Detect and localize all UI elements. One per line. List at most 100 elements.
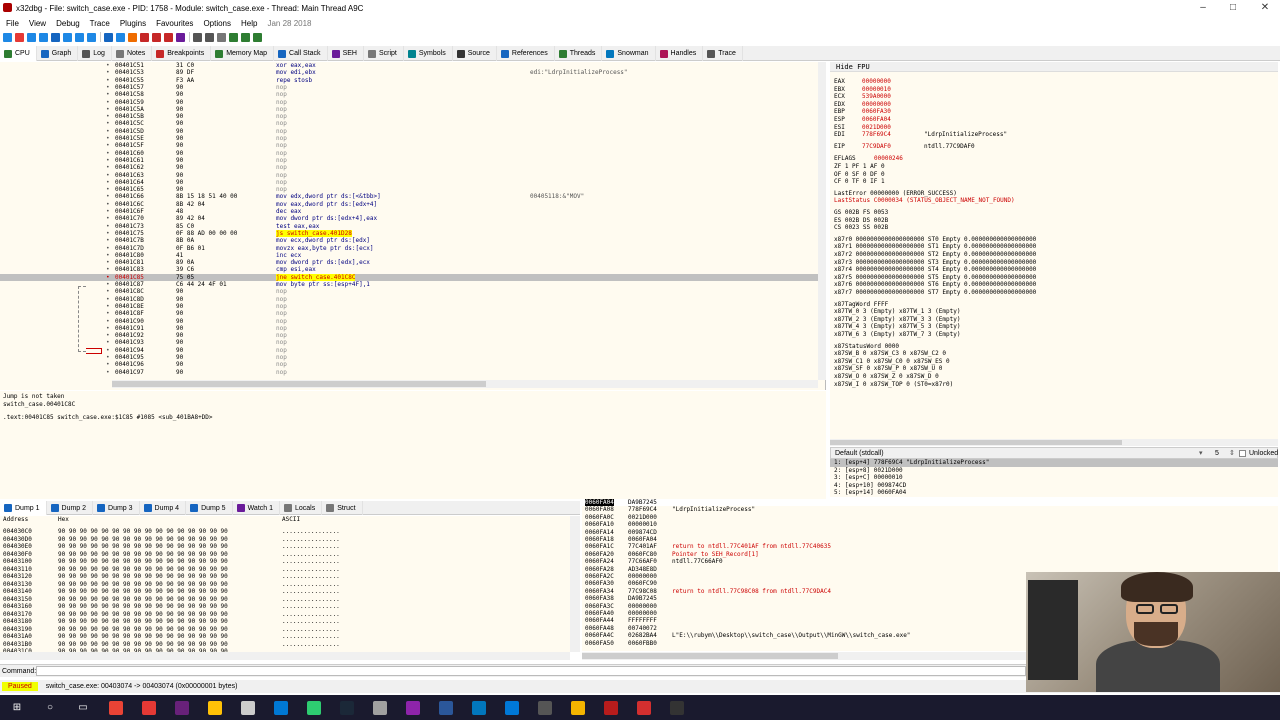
registers-hscrollbar[interactable] [830, 439, 1278, 446]
close-button[interactable]: ✕ [1250, 0, 1280, 16]
tab-dump-3[interactable]: Dump 3 [93, 501, 140, 515]
register-line[interactable]: x87TagWord FFFF [834, 301, 888, 309]
ida-icon[interactable] [406, 700, 420, 715]
stack-row[interactable]: 0060FA08 778F69C4 "LdrpInitializeProcess" [582, 506, 1278, 513]
toolbar-button-icon[interactable] [253, 32, 262, 42]
disasm-row[interactable]: 00401C8F • 90 nop [0, 310, 818, 317]
chrome-icon[interactable] [109, 700, 123, 715]
menu-item[interactable]: File [6, 19, 19, 28]
register-line[interactable]: ECX 539A0000 [834, 93, 924, 101]
register-line[interactable]: x87SW_O 0 x87SW_Z 0 x87SW_D 0 [834, 373, 939, 381]
register-line[interactable]: EFLAGS 00000246 [834, 155, 903, 163]
register-line[interactable]: CF 0 TF 0 IF 1 [834, 178, 885, 186]
dump-row[interactable]: 004030F0 90 90 90 90 90 90 90 90 90 90 90… [0, 551, 570, 559]
disasm-row[interactable]: 00401C8C • 90 nop [0, 288, 818, 295]
register-line[interactable]: x87SW_C1 0 x87SW_C0 0 x87SW_ES 0 [834, 358, 950, 366]
disasm-row[interactable]: 00401C73 • 85 C0 test eax,eax [0, 223, 818, 230]
disassembly-view[interactable]: 00401C51 • 31 C0 xor eax,eax 00401C53 • 89 DF m… [0, 62, 826, 390]
menu-item[interactable]: Debug [56, 19, 80, 28]
toolbar-button-icon[interactable] [75, 32, 84, 42]
arguments-panel[interactable]: 1: [esp+4] 778F69C4 "LdrpInitializeProce… [830, 459, 1278, 497]
toolbar-button-icon[interactable] [51, 32, 60, 42]
disasm-row[interactable]: 00401C64 • 90 nop [0, 179, 818, 186]
minimize-button[interactable]: – [1188, 0, 1218, 16]
tab-breakpoints[interactable]: Breakpoints [152, 46, 212, 61]
disasm-row[interactable]: 00401C92 • 90 nop [0, 332, 818, 339]
edge-icon[interactable] [505, 700, 519, 715]
tab-seh[interactable]: SEH [328, 46, 364, 61]
stack-row[interactable]: 0060FA04 DA9B7245 [582, 499, 1278, 507]
disasm-row[interactable]: 00401C7B • 8B 0A mov ecx,dword ptr ds:[edx] [0, 237, 818, 244]
tab-threads[interactable]: Threads [555, 46, 603, 61]
tab-dump-5[interactable]: Dump 5 [186, 501, 233, 515]
disasm-row[interactable]: 00401C97 • 90 nop [0, 369, 818, 376]
toolbar-button-icon[interactable] [128, 32, 137, 42]
disasm-row[interactable]: 00401C5C • 90 nop [0, 120, 818, 127]
stack-row[interactable]: 0060FA10 00000010 [582, 521, 1278, 528]
tab-dump-1[interactable]: Dump 1 [0, 501, 47, 515]
disasm-row[interactable]: 00401C60 • 90 nop [0, 150, 818, 157]
tab-trace[interactable]: Trace [703, 46, 743, 61]
argument-row[interactable]: 3: [esp+C] 00000010 [830, 474, 1278, 482]
register-line[interactable]: x87r7 0000000000000000000 ST7 Empty 0.00… [834, 289, 1036, 297]
dump-row[interactable]: 00403130 90 90 90 90 90 90 90 90 90 90 90… [0, 581, 570, 589]
dump-view[interactable]: Address Hex ASCII 004030C0 90 90 90 90 90… [0, 516, 570, 652]
disasm-row[interactable]: 00401C5D • 90 nop [0, 128, 818, 135]
toolbar-button-icon[interactable] [205, 32, 214, 42]
tab-graph[interactable]: Graph [37, 46, 79, 61]
tab-handles[interactable]: Handles [656, 46, 704, 61]
disasm-row[interactable]: 00401C87 • C6 44 24 4F 01 mov byte ptr ss:[… [0, 281, 818, 288]
argument-row[interactable]: 5: [esp+14] 0060FA04 [830, 489, 1278, 497]
dump-row[interactable]: 00403150 90 90 90 90 90 90 90 90 90 90 90… [0, 596, 570, 604]
disasm-row[interactable]: 00401C61 • 90 nop [0, 157, 818, 164]
register-line[interactable]: CS 0023 SS 002B [834, 224, 888, 232]
disasm-row[interactable]: 00401C5B • 90 nop [0, 113, 818, 120]
tab-memory-map[interactable]: Memory Map [211, 46, 275, 61]
hide-fpu-button[interactable]: Hide FPU [830, 62, 1278, 72]
taskview-icon[interactable]: ▭ [76, 701, 90, 715]
disasm-row[interactable]: 00401C8E • 90 nop [0, 303, 818, 310]
explorer-icon[interactable] [208, 700, 222, 715]
dump-row[interactable]: 004030E0 90 90 90 90 90 90 90 90 90 90 90… [0, 543, 570, 551]
chevron-down-icon[interactable]: ▾ [1199, 448, 1203, 459]
vscode-icon[interactable] [274, 700, 288, 715]
calc-icon[interactable] [538, 700, 552, 715]
disasm-row[interactable]: 00401C90 • 90 nop [0, 318, 818, 325]
register-line[interactable]: x87SW_SF 0 x87SW_P 0 x87SW_U 0 [834, 365, 942, 373]
windows-icon[interactable]: ⊞ [10, 701, 24, 715]
x64dbg-icon[interactable] [604, 700, 618, 715]
tab-dump-2[interactable]: Dump 2 [47, 501, 94, 515]
register-line[interactable]: EAX 00000000 [834, 78, 924, 86]
toolbar-button-icon[interactable] [104, 32, 113, 42]
menu-item[interactable]: Options [203, 19, 231, 28]
stack-row[interactable]: 0060FA14 009874CD [582, 529, 1278, 536]
toolbar-button-icon[interactable] [87, 32, 96, 42]
disasm-row[interactable]: 00401C75 • 0F 88 AD 00 00 00 js switch_case… [0, 229, 818, 238]
register-line[interactable]: EIP 77C9DAF0 ntdll.77C9DAF0 [834, 143, 975, 151]
register-line[interactable]: EBX 00000010 [834, 86, 924, 94]
menu-item[interactable]: Plugins [120, 19, 146, 28]
disasm-row[interactable]: 00401C62 • 90 nop [0, 164, 818, 171]
steam-icon[interactable] [340, 700, 354, 715]
registers-panel[interactable]: Hide FPU EAX 00000000 EBX 00000010 ECX 539A00… [830, 62, 1278, 440]
register-line[interactable]: x87TW_0 3 (Empty) x87TW_1 3 (Empty) [834, 308, 960, 316]
maximize-button[interactable]: □ [1218, 0, 1248, 16]
record-icon[interactable] [142, 700, 156, 715]
register-line[interactable]: x87StatusWord 0000 [834, 343, 899, 351]
spin-icon[interactable]: ⇕ [1229, 448, 1235, 459]
toolbar-button-icon[interactable] [15, 32, 24, 42]
dump-row[interactable]: 004030D0 90 90 90 90 90 90 90 90 90 90 90… [0, 536, 570, 544]
disasm-row[interactable]: 00401C94 • 90 nop [0, 347, 818, 354]
register-line[interactable]: x87TW_2 3 (Empty) x87TW_3 3 (Empty) [834, 316, 960, 324]
toolbar-button-icon[interactable] [241, 32, 250, 42]
toolbar-button-icon[interactable] [39, 32, 48, 42]
disasm-row[interactable]: 00401C85 • 75 05 jne switch_case.401C8C [0, 273, 818, 281]
dump-row[interactable]: 00403170 90 90 90 90 90 90 90 90 90 90 90… [0, 611, 570, 619]
tab-locals[interactable]: Locals [280, 501, 323, 515]
argument-row[interactable]: 1: [esp+4] 778F69C4 "LdrpInitializeProce… [830, 459, 1278, 467]
tab-cpu[interactable]: CPU [0, 46, 37, 61]
tab-call-stack[interactable]: Call Stack [274, 46, 328, 61]
dump-row[interactable]: 00403160 90 90 90 90 90 90 90 90 90 90 90… [0, 603, 570, 611]
arg-count[interactable]: 5 [1215, 448, 1219, 459]
disasm-row[interactable]: 00401C63 • 90 nop [0, 172, 818, 179]
